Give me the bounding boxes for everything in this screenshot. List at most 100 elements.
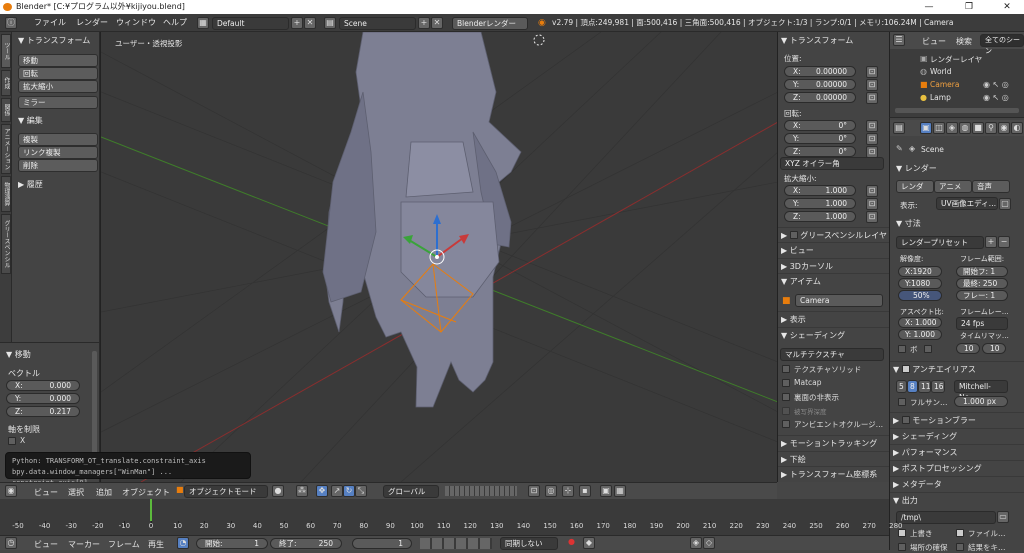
delete-keyframe-icon[interactable]: ◇ xyxy=(703,537,715,549)
menu-help[interactable]: ヘルプ xyxy=(163,14,187,32)
rotate-button[interactable]: 回転 xyxy=(18,67,98,80)
rotation-z-field[interactable]: Z: 0° xyxy=(784,146,856,157)
scene-tab-icon[interactable]: ◈ xyxy=(946,122,958,134)
current-frame-indicator[interactable] xyxy=(150,499,152,521)
npanel-transform-header[interactable]: ▼ トランスフォーム xyxy=(781,35,853,46)
transform-header[interactable]: ▼ トランスフォーム xyxy=(18,35,90,46)
timeline-menu-view[interactable]: ビュー xyxy=(34,539,58,550)
viewport-menu-select[interactable]: 選択 xyxy=(68,487,84,498)
lock-location-z-icon[interactable]: ⊡ xyxy=(866,92,878,104)
folder-icon[interactable]: ▭ xyxy=(997,511,1009,523)
file-ext-checkbox[interactable] xyxy=(956,529,964,537)
timeline-menu-frame[interactable]: フレーム xyxy=(108,539,140,550)
minimize-button[interactable]: — xyxy=(910,0,948,14)
output-section[interactable]: ▼ 出力 xyxy=(890,492,1024,507)
outliner-view-menu[interactable]: ビュー xyxy=(922,36,946,47)
close-button[interactable]: ✕ xyxy=(988,0,1024,14)
duplicate-button[interactable]: 複製 xyxy=(18,133,98,146)
layout-icon[interactable]: ▦ xyxy=(197,17,209,29)
remove-scene-button[interactable]: ✕ xyxy=(431,17,443,29)
resolution-x-field[interactable]: X:1920 px xyxy=(898,266,942,285)
timeline-ruler[interactable]: -50 -40 -30 -20 -10 0 10 20 30 40 50 60 70 80 90 100 110… xyxy=(0,499,902,535)
shading-section[interactable]: ▼ シェーディング xyxy=(778,327,890,342)
background-section[interactable]: ▶ 下絵 xyxy=(778,451,890,466)
antialiasing-section[interactable]: ▼ アンチエイリアス xyxy=(890,361,1024,376)
render-layers-tab-icon[interactable]: ◫ xyxy=(933,122,945,134)
remove-preset-button[interactable]: − xyxy=(998,236,1010,248)
shading-mode-select[interactable]: マルチテクスチャ xyxy=(780,348,884,361)
frame-step-field[interactable]: フレー: 1 xyxy=(956,290,1008,301)
animation-button[interactable]: アニメ xyxy=(934,180,972,193)
timeline-menu-playback[interactable]: 再生 xyxy=(148,539,164,550)
record-icon[interactable]: ● xyxy=(568,537,575,546)
vector-z-field[interactable]: Z: 0.217 xyxy=(6,406,80,417)
view-section[interactable]: ▶ ビュー xyxy=(778,242,890,257)
current-frame-field[interactable]: 1 xyxy=(352,538,412,549)
visibility-eye-icon[interactable]: ◉ ↖ ◎ xyxy=(983,80,1009,89)
physics-tab-icon[interactable]: ◐ xyxy=(1011,122,1023,134)
preview-range-icon[interactable]: ◔ xyxy=(177,537,189,549)
opengl-anim-icon[interactable]: ▦ xyxy=(614,485,626,497)
full-sample-checkbox[interactable] xyxy=(898,398,906,406)
translate-icon[interactable]: ↗ xyxy=(331,485,343,497)
layer-buttons[interactable] xyxy=(445,486,517,496)
scene-field[interactable]: Scene xyxy=(339,17,416,30)
remove-layout-button[interactable]: ✕ xyxy=(304,17,316,29)
location-x-field[interactable]: X: 0.00000 xyxy=(784,66,856,77)
viewport-menu-view[interactable]: ビュー xyxy=(34,487,58,498)
crop-checkbox[interactable] xyxy=(924,345,932,353)
render-tab-icon[interactable]: ▣ xyxy=(920,122,932,134)
3d-viewport[interactable]: ユーザー・透視投影 xyxy=(100,32,777,482)
playback-controls[interactable] xyxy=(420,538,492,549)
lock-rotation-x-icon[interactable]: ⊡ xyxy=(866,120,878,132)
lock-scale-x-icon[interactable]: ⊡ xyxy=(866,185,878,197)
menu-file[interactable]: ファイル xyxy=(34,14,66,32)
post-processing-section[interactable]: ▶ ポストプロセッシング xyxy=(890,460,1024,475)
edit-header[interactable]: ▼ 編集 xyxy=(18,115,43,126)
render-panel-header[interactable]: ▼ レンダー xyxy=(896,163,937,174)
duplicate-linked-button[interactable]: リンク複製 xyxy=(18,146,98,159)
3d-cursor-section[interactable]: ▶ 3Dカーソル xyxy=(778,258,890,273)
viewport-editor-type-icon[interactable]: ◉ xyxy=(5,485,17,497)
character-model[interactable] xyxy=(322,32,522,408)
audio-button[interactable]: 音声 xyxy=(972,180,1010,193)
maximize-button[interactable]: ❐ xyxy=(950,0,988,14)
pin-icon[interactable]: ✎ xyxy=(896,144,903,153)
vector-x-field[interactable]: X: 0.000 xyxy=(6,380,80,391)
tab-animation[interactable]: アニメーション xyxy=(1,124,11,174)
antialiasing-checkbox[interactable] xyxy=(901,365,910,373)
viewport-menu-add[interactable]: 追加 xyxy=(96,487,112,498)
metadata-section[interactable]: ▶ メタデータ xyxy=(890,476,1024,491)
resolution-percent-field[interactable]: 50% xyxy=(898,290,942,301)
scale-y-field[interactable]: Y: 1.000 xyxy=(784,198,856,209)
rotation-mode-select[interactable]: XYZ オイラー角 xyxy=(780,157,884,170)
outliner-scrollbar[interactable] xyxy=(895,108,1019,113)
scale-z-field[interactable]: Z: 1.000 xyxy=(784,211,856,222)
mirror-button[interactable]: ミラー xyxy=(18,96,98,109)
timeline-editor-type-icon[interactable]: ◷ xyxy=(5,537,17,549)
constraint-x-checkbox[interactable] xyxy=(8,437,16,445)
history-header[interactable]: ▶ 履歴 xyxy=(18,179,43,190)
manipulator-toggle-icon[interactable]: ✥ xyxy=(316,485,328,497)
render-presets-select[interactable]: レンダープリセット xyxy=(896,236,984,249)
keying-icon[interactable]: ◆ xyxy=(583,537,595,549)
resolution-y-field[interactable]: Y:1080 px xyxy=(898,278,942,297)
aa-samples-5[interactable]: 5 xyxy=(896,380,907,393)
tab-relations[interactable]: 関係 xyxy=(1,98,11,122)
vector-y-field[interactable]: Y: 0.000 xyxy=(6,393,80,404)
transform-orientation-section[interactable]: ▶ トランスフォーム座標系 xyxy=(778,466,890,481)
dimensions-header[interactable]: ▼ 寸法 xyxy=(896,218,921,229)
aa-samples-11[interactable]: 11 xyxy=(918,380,931,393)
pivot-icon[interactable]: ⁂ xyxy=(296,485,308,497)
add-layout-button[interactable]: + xyxy=(291,17,303,29)
tab-tools[interactable]: ツール xyxy=(1,34,11,68)
rotate-icon[interactable]: ↻ xyxy=(343,485,355,497)
outliner-filter-select[interactable]: 全てのシーン xyxy=(980,34,1024,55)
add-scene-button[interactable]: + xyxy=(418,17,430,29)
tab-physics[interactable]: 物理演算 xyxy=(1,176,11,212)
start-frame-field[interactable]: 開始: 1 xyxy=(196,538,268,549)
tab-create[interactable]: 作成 xyxy=(1,70,11,96)
render-view-icon[interactable]: ▢ xyxy=(999,198,1011,210)
motion-blur-section[interactable]: ▶ モーションブラー xyxy=(890,412,1024,427)
motion-blur-checkbox[interactable] xyxy=(901,416,910,424)
